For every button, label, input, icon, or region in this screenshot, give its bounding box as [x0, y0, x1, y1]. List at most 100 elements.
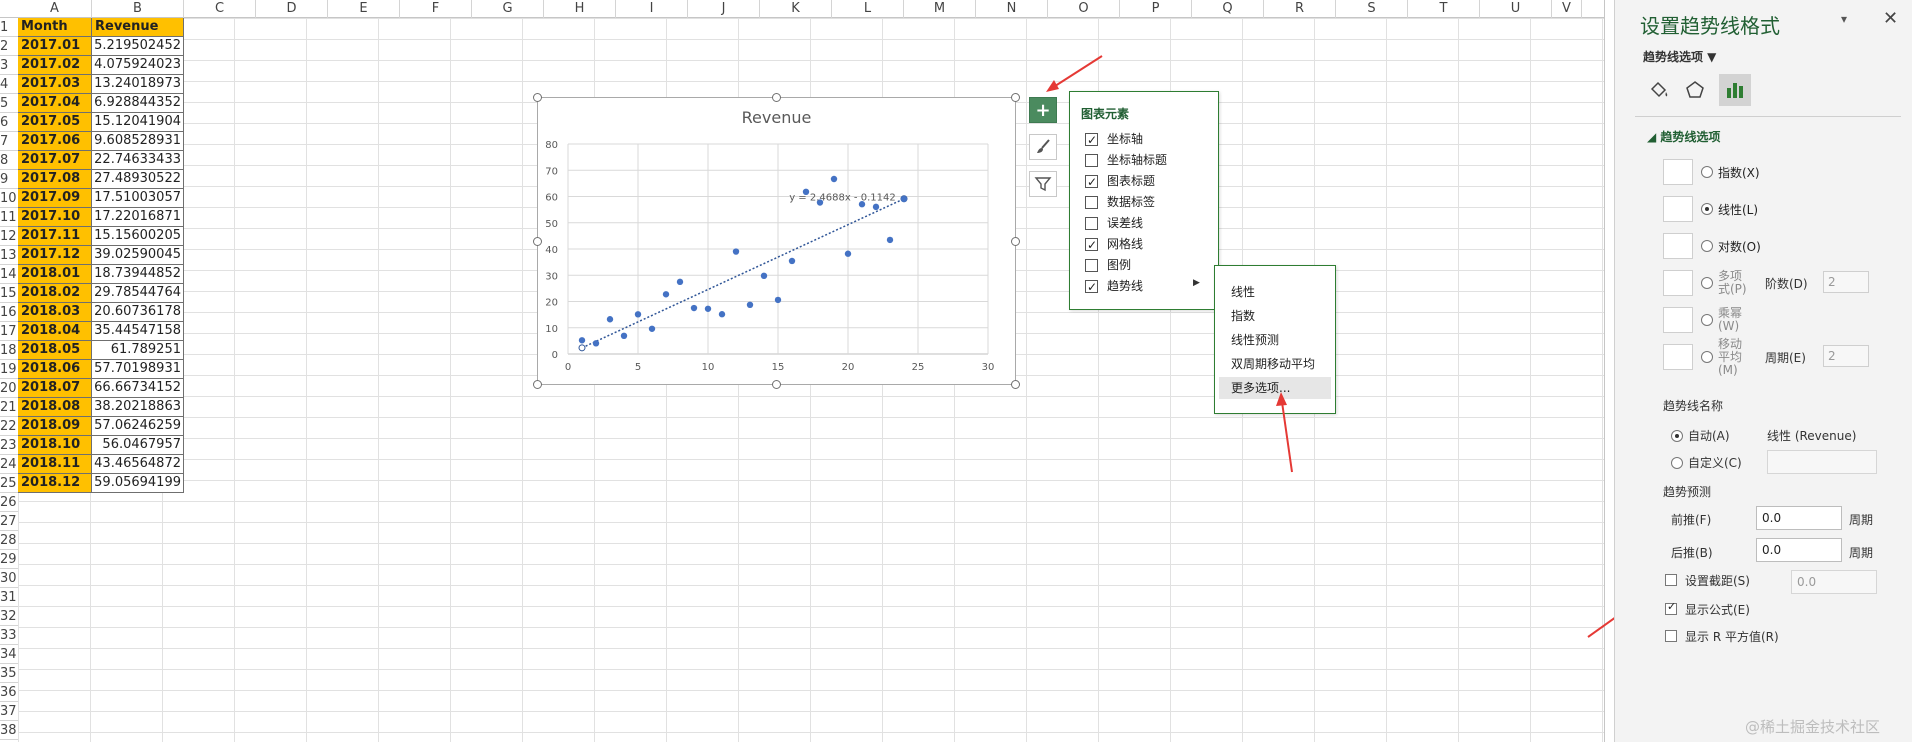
row-header-11[interactable]: 11	[0, 208, 18, 227]
row-header-6[interactable]: 6	[0, 113, 18, 132]
chart-filters-button[interactable]	[1029, 171, 1057, 197]
trendline-type-option[interactable]: 线性(L)	[1663, 193, 1758, 225]
column-header-k[interactable]: K	[760, 0, 832, 18]
chart-element-checkbox[interactable]	[1085, 172, 1098, 192]
trendline-param-spinner[interactable]: 2	[1823, 345, 1869, 367]
month-cell[interactable]: 2018.01	[18, 265, 92, 284]
row-header-7[interactable]: 7	[0, 132, 18, 151]
intercept-input[interactable]: 0.0	[1791, 570, 1877, 594]
trendline-options-dropdown[interactable]: 趋势线选项 ▼	[1643, 48, 1716, 65]
chart-element-option[interactable]: 图表标题	[1085, 171, 1155, 192]
row-header-3[interactable]: 3	[0, 56, 18, 75]
revenue-cell[interactable]: 59.05694199	[92, 474, 184, 493]
chart-styles-button[interactable]	[1029, 134, 1057, 160]
month-cell[interactable]: 2017.07	[18, 151, 92, 170]
column-header-a[interactable]: A	[18, 0, 92, 18]
trendline-type-radio[interactable]	[1701, 351, 1713, 363]
show-r2-checkbox[interactable]	[1665, 630, 1677, 642]
trendline-type-option[interactable]: 移动平均(M)	[1663, 337, 1752, 376]
name-auto-option[interactable]: 自动(A)	[1671, 427, 1730, 444]
column-header-e[interactable]: E	[328, 0, 400, 18]
row-header-36[interactable]: 36	[0, 683, 18, 702]
row-header-22[interactable]: 22	[0, 417, 18, 436]
resize-handle-tm[interactable]	[772, 93, 781, 102]
scatter-chart[interactable]: Revenue 0 10 20 30 40 50 60 70 80 0 5 10 15 20 25 30 y =…	[533, 93, 1020, 389]
row-header-1[interactable]: 1	[0, 18, 18, 37]
row-header-15[interactable]: 15	[0, 284, 18, 303]
chart-element-checkbox[interactable]	[1085, 235, 1098, 255]
row-header-5[interactable]: 5	[0, 94, 18, 113]
row-header-16[interactable]: 16	[0, 303, 18, 322]
revenue-cell[interactable]: 15.12041904	[92, 113, 184, 132]
chart-element-option[interactable]: 数据标签	[1085, 192, 1155, 212]
name-custom-radio[interactable]	[1671, 456, 1683, 469]
trendline-param-spinner[interactable]: 2	[1823, 271, 1869, 293]
revenue-cell[interactable]: 66.66734152	[92, 379, 184, 398]
chart-element-option[interactable]: 坐标轴	[1085, 129, 1143, 150]
custom-name-input[interactable]	[1767, 450, 1877, 474]
trendline-type-option[interactable]: 乘幂(W)	[1663, 304, 1752, 336]
revenue-cell[interactable]: 35.44547158	[92, 322, 184, 341]
row-header-17[interactable]: 17	[0, 322, 18, 341]
month-cell[interactable]: 2017.06	[18, 132, 92, 151]
month-cell[interactable]: 2018.07	[18, 379, 92, 398]
revenue-cell[interactable]: 17.22016871	[92, 208, 184, 227]
row-header-14[interactable]: 14	[0, 265, 18, 284]
set-intercept-label[interactable]: 设置截距(S)	[1685, 572, 1750, 589]
column-header-i[interactable]: I	[616, 0, 688, 18]
month-cell[interactable]: 2018.05	[18, 341, 92, 360]
trendline-type-radio[interactable]	[1701, 314, 1713, 326]
row-header-34[interactable]: 34	[0, 645, 18, 664]
trendline-options-tab[interactable]	[1719, 74, 1751, 106]
month-cell[interactable]: 2018.04	[18, 322, 92, 341]
row-header-13[interactable]: 13	[0, 246, 18, 265]
trendline-type-radio[interactable]	[1701, 166, 1713, 178]
row-header-2[interactable]: 2	[0, 37, 18, 56]
column-header-m[interactable]: M	[904, 0, 976, 18]
chart-element-checkbox[interactable]	[1085, 216, 1098, 230]
chart-element-checkbox[interactable]	[1085, 195, 1098, 209]
row-header-21[interactable]: 21	[0, 398, 18, 417]
month-cell[interactable]: 2018.08	[18, 398, 92, 417]
revenue-cell[interactable]: 6.928844352	[92, 94, 184, 113]
row-header-10[interactable]: 10	[0, 189, 18, 208]
row-header-20[interactable]: 20	[0, 379, 18, 398]
revenue-cell[interactable]: 39.02590045	[92, 246, 184, 265]
month-cell[interactable]: 2017.10	[18, 208, 92, 227]
show-equation-checkbox[interactable]	[1665, 600, 1677, 615]
row-header-8[interactable]: 8	[0, 151, 18, 170]
trendline-type-radio[interactable]	[1701, 277, 1713, 289]
revenue-cell[interactable]: 29.78544764	[92, 284, 184, 303]
chart-element-checkbox[interactable]	[1085, 277, 1098, 297]
month-cell[interactable]: 2018.03	[18, 303, 92, 322]
month-cell[interactable]: 2017.05	[18, 113, 92, 132]
column-header-l[interactable]: L	[832, 0, 904, 18]
chart-element-option[interactable]: 网格线	[1085, 234, 1143, 255]
chart-element-option[interactable]: 图例	[1085, 255, 1131, 275]
plot-area[interactable]: 0 10 20 30 40 50 60 70 80 0 5 10 15 20 25 30 y = 2.4688x…	[538, 98, 1017, 386]
revenue-cell[interactable]: 56.0467957	[92, 436, 184, 455]
resize-handle-mr[interactable]	[1011, 237, 1020, 246]
chart-element-option[interactable]: 误差线	[1085, 213, 1143, 233]
pane-options-dropdown[interactable]: ▾	[1841, 12, 1847, 26]
revenue-cell[interactable]: 43.46564872	[92, 455, 184, 474]
revenue-cell[interactable]: 61.789251	[92, 341, 184, 360]
trendline-menu-item[interactable]: 指数	[1219, 305, 1331, 327]
month-cell[interactable]: 2018.12	[18, 474, 92, 493]
resize-handle-ml[interactable]	[533, 237, 542, 246]
revenue-cell[interactable]: 9.608528931	[92, 132, 184, 151]
row-header-37[interactable]: 37	[0, 702, 18, 721]
month-cell[interactable]: 2017.01	[18, 37, 92, 56]
row-header-26[interactable]: 26	[0, 493, 18, 512]
row-header-19[interactable]: 19	[0, 360, 18, 379]
month-cell[interactable]: 2017.02	[18, 56, 92, 75]
name-custom-option[interactable]: 自定义(C)	[1671, 454, 1742, 471]
revenue-cell[interactable]: 57.70198931	[92, 360, 184, 379]
revenue-cell[interactable]: 22.74633433	[92, 151, 184, 170]
pane-close-button[interactable]: ✕	[1883, 8, 1898, 29]
column-header-h[interactable]: H	[544, 0, 616, 18]
row-header-12[interactable]: 12	[0, 227, 18, 246]
revenue-cell[interactable]: 27.48930522	[92, 170, 184, 189]
revenue-cell[interactable]: 15.15600205	[92, 227, 184, 246]
revenue-cell[interactable]: 5.219502452	[92, 37, 184, 56]
